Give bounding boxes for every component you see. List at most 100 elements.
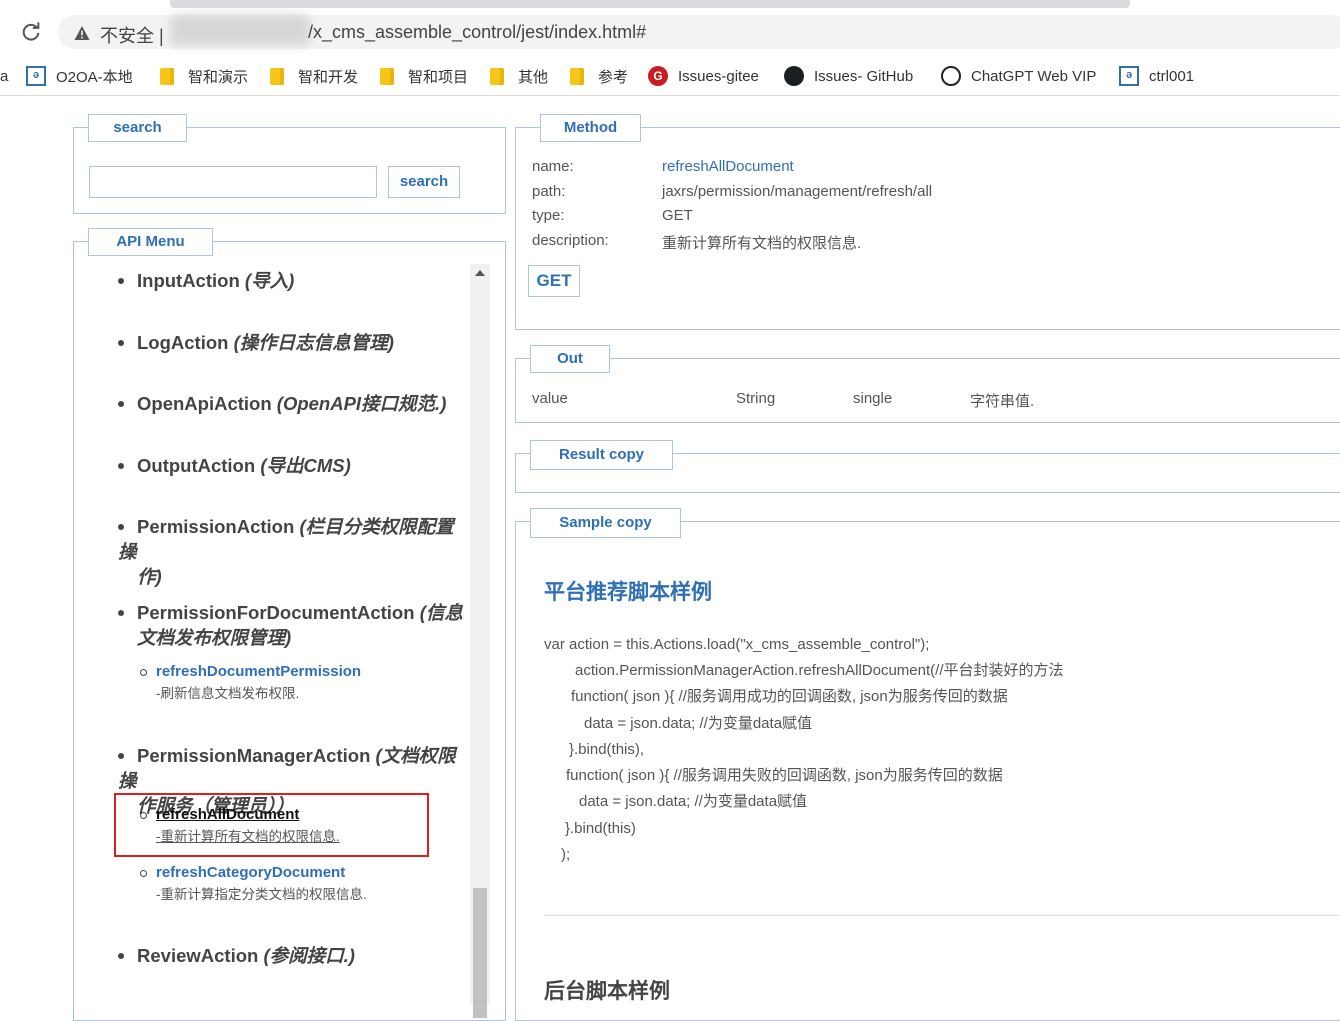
menu-item-reviewaction[interactable]: ReviewAction (参阅接口.) bbox=[118, 943, 463, 968]
bullet bbox=[118, 463, 124, 469]
method-legend: Method bbox=[540, 114, 641, 142]
menu-item-name: OpenApiAction bbox=[137, 393, 272, 414]
method-type-value: GET bbox=[662, 207, 693, 224]
bookmark-label: 智和开发 bbox=[298, 68, 359, 86]
search-button[interactable]: search bbox=[388, 166, 460, 198]
folder-icon bbox=[160, 67, 174, 85]
code-line: ); bbox=[561, 846, 571, 863]
menu-item-desc-cont: 作) bbox=[137, 566, 162, 587]
out-desc: 字符串值. bbox=[970, 393, 1035, 410]
result-copy-legend[interactable]: Result copy bbox=[530, 440, 673, 470]
code-line: }.bind(this) bbox=[565, 820, 636, 837]
warning-icon[interactable] bbox=[74, 25, 90, 41]
menu-item-outputaction[interactable]: OutputAction (导出CMS) bbox=[118, 453, 463, 478]
method-panel: Method bbox=[515, 114, 1340, 330]
submenu-refreshdocumentpermission[interactable]: refreshDocumentPermission -刷新信息文档发布权限. bbox=[138, 662, 458, 706]
bookmark-label: Issues- GitHub bbox=[814, 67, 914, 85]
bookmark-label: a bbox=[0, 67, 9, 85]
bullet bbox=[118, 953, 124, 959]
method-description-value: 重新计算所有文档的权限信息. bbox=[662, 235, 862, 252]
bookmark-label: 智和演示 bbox=[188, 68, 249, 86]
bookmark-label: 其他 bbox=[518, 68, 549, 86]
tab-strip-edge bbox=[170, 0, 1130, 8]
circle-bullet bbox=[140, 669, 147, 676]
menu-item-name: PermissionForDocumentAction bbox=[137, 602, 415, 623]
sample-copy-legend[interactable]: Sample copy bbox=[530, 508, 681, 538]
menu-item-desc: (OpenAPI接口规范.) bbox=[276, 393, 447, 414]
menu-item-desc: (参阅接口.) bbox=[263, 945, 355, 966]
bookmark-folder-reference[interactable]: 参考 bbox=[570, 64, 628, 88]
circle-bullet bbox=[140, 870, 147, 877]
sample-title: 平台推荐脚本样例 bbox=[544, 581, 712, 604]
menu-scrollbar[interactable] bbox=[470, 264, 490, 1018]
menu-item-desc: (操作日志信息管理) bbox=[233, 332, 394, 353]
bookmark-o2oa-local[interactable]: ə O2OA-本地 bbox=[26, 64, 133, 88]
api-menu-panel: API Menu InputAction (导入) LogAction (操作日… bbox=[73, 228, 506, 1021]
method-type-label: type: bbox=[532, 207, 565, 224]
bullet bbox=[118, 610, 124, 616]
github-icon bbox=[784, 66, 804, 86]
get-button[interactable]: GET bbox=[528, 265, 580, 297]
method-name-value[interactable]: refreshAllDocument bbox=[662, 158, 794, 175]
bullet bbox=[118, 524, 124, 530]
reload-icon[interactable] bbox=[20, 21, 42, 43]
menu-item-name: InputAction bbox=[137, 270, 240, 291]
menu-item-name: PermissionAction bbox=[137, 516, 295, 537]
menu-item-name: OutputAction bbox=[137, 455, 256, 476]
out-type: String bbox=[736, 390, 776, 407]
sample-title-backend: 后台脚本样例 bbox=[544, 980, 670, 1003]
result-panel: Result copy bbox=[515, 440, 1340, 493]
menu-item-name: LogAction bbox=[137, 332, 229, 353]
bookmark-label: Issues-gitee bbox=[678, 67, 759, 85]
out-name: value bbox=[532, 390, 568, 407]
scroll-thumb[interactable] bbox=[473, 888, 487, 1018]
bookmark-issues-gitee[interactable]: G Issues-gitee bbox=[648, 64, 759, 88]
bookmark-folder-other[interactable]: 其他 bbox=[490, 64, 548, 88]
o2oa-icon: ə bbox=[1119, 66, 1139, 86]
folder-icon bbox=[490, 67, 504, 85]
menu-item-permissionfordocumentaction[interactable]: PermissionForDocumentAction (信息 文档发布权限管理… bbox=[118, 600, 463, 650]
openai-icon bbox=[941, 66, 961, 86]
submenu-desc: -刷新信息文档发布权限. bbox=[156, 686, 300, 701]
bookmark-folder-demo[interactable]: 智和演示 bbox=[160, 64, 248, 88]
bookmark-label: O2OA-本地 bbox=[56, 68, 133, 86]
code-line: function( json ){ //服务调用失败的回调函数, json为服务… bbox=[566, 767, 1003, 784]
url-path: /x_cms_assemble_control/jest/index.html# bbox=[308, 22, 647, 42]
menu-item-desc-cont: 文档发布权限管理) bbox=[137, 627, 292, 648]
menu-item-inputaction[interactable]: InputAction (导入) bbox=[118, 268, 463, 293]
menu-item-permissionaction[interactable]: PermissionAction (栏目分类权限配置操 作) bbox=[118, 514, 463, 589]
method-description-label: description: bbox=[532, 232, 609, 249]
folder-icon bbox=[380, 67, 394, 85]
submenu-desc: -重新计算指定分类文档的权限信息. bbox=[156, 887, 367, 902]
divider bbox=[544, 915, 1340, 916]
code-line: action.PermissionManagerAction.refreshAl… bbox=[575, 662, 1064, 679]
folder-icon bbox=[270, 67, 284, 85]
bookmark-chatgpt[interactable]: ChatGPT Web VIP bbox=[941, 64, 1096, 88]
search-input[interactable] bbox=[89, 166, 377, 198]
out-legend: Out bbox=[530, 345, 610, 373]
api-menu-legend: API Menu bbox=[88, 228, 213, 256]
submenu-link[interactable]: refreshCategoryDocument bbox=[156, 863, 458, 883]
submenu-link[interactable]: refreshDocumentPermission bbox=[156, 662, 458, 682]
bookmark-label: 智和项目 bbox=[408, 68, 469, 86]
out-multi: single bbox=[853, 390, 893, 407]
bookmark-partial[interactable]: a bbox=[0, 64, 8, 88]
insecure-label: 不安全 | bbox=[100, 26, 164, 46]
menu-item-desc: (导入) bbox=[244, 270, 295, 291]
bookmark-folder-dev[interactable]: 智和开发 bbox=[270, 64, 358, 88]
menu-item-logaction[interactable]: LogAction (操作日志信息管理) bbox=[118, 330, 463, 355]
method-name-label: name: bbox=[532, 158, 574, 175]
submenu-refreshcategorydocument[interactable]: refreshCategoryDocument -重新计算指定分类文档的权限信息… bbox=[138, 863, 458, 907]
code-line: }.bind(this), bbox=[569, 741, 645, 758]
method-path-label: path: bbox=[532, 183, 566, 200]
scroll-up-arrow-icon[interactable] bbox=[475, 270, 485, 276]
menu-item-openapiaction[interactable]: OpenApiAction (OpenAPI接口规范.) bbox=[118, 391, 463, 416]
bookmark-ctrl001[interactable]: ə ctrl001 bbox=[1119, 64, 1194, 88]
out-panel: Out bbox=[515, 345, 1340, 423]
bookmark-folder-project[interactable]: 智和项目 bbox=[380, 64, 468, 88]
search-panel: search search bbox=[73, 114, 506, 214]
highlight-annotation bbox=[114, 793, 429, 857]
menu-item-name: ReviewAction bbox=[137, 945, 259, 966]
folder-icon bbox=[570, 67, 584, 85]
bookmark-issues-github[interactable]: Issues- GitHub bbox=[784, 64, 913, 88]
